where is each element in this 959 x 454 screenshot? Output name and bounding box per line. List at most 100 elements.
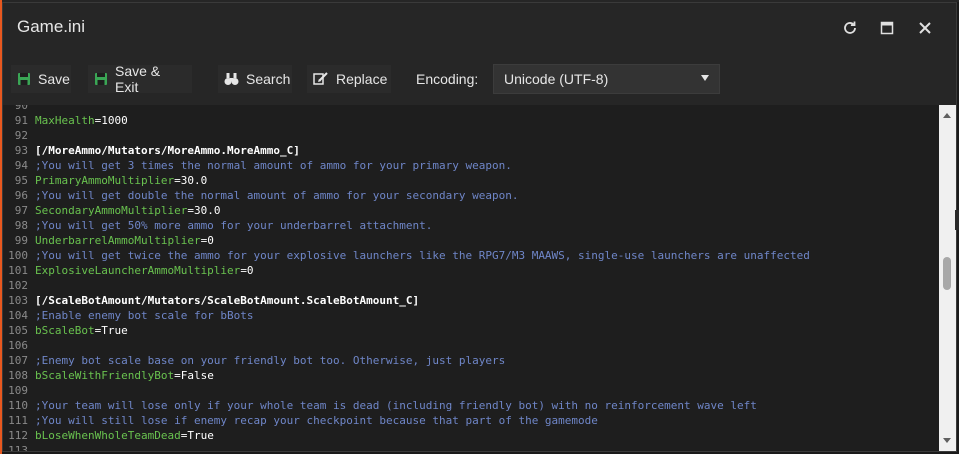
setting-key: bScaleWithFriendlyBot [35, 369, 175, 382]
line-number: 99 [14, 234, 28, 247]
search-button[interactable]: Search [218, 65, 292, 93]
setting-value: =1000 [94, 114, 128, 127]
code-line[interactable]: 94 ;You will get 3 times the normal amoun… [3, 158, 939, 173]
comment-text: ;Enemy bot scale base on your friendly b… [35, 354, 506, 367]
floppy-icon [18, 73, 30, 85]
line-number: 97 [14, 204, 28, 217]
code-line[interactable]: 108 bScaleWithFriendlyBot=False [3, 368, 939, 383]
comment-text: ;You will get 3 times the normal amount … [35, 159, 512, 172]
code-line[interactable]: 98 ;You will get 50% more ammo for your u… [3, 218, 939, 233]
code-line[interactable]: 105 bScaleBot=True [3, 323, 939, 338]
code-line[interactable]: 107 ;Enemy bot scale base on your friendl… [3, 353, 939, 368]
floppy-icon [95, 73, 107, 85]
window-title: Game.ini [17, 17, 86, 36]
line-number: 98 [14, 219, 28, 232]
save-exit-button[interactable]: Save & Exit [88, 63, 192, 95]
code-line[interactable]: 101 ExplosiveLauncherAmmoMultiplier=0 [3, 263, 939, 278]
setting-value: =0 [200, 234, 214, 247]
scroll-up-icon[interactable] [943, 113, 951, 118]
save-label: Save [38, 71, 70, 87]
code-line[interactable]: 102 [3, 278, 939, 293]
line-number: 109 [8, 384, 28, 397]
setting-value: =0 [240, 264, 254, 277]
setting-key: SecondaryAmmoMultiplier [35, 204, 188, 217]
maximize-icon[interactable] [875, 16, 899, 40]
code-editor[interactable]: 90 91 MaxHealth=1000 92 93 [/MoreAmmo/Mutator… [3, 105, 939, 451]
code-line[interactable]: 97 SecondaryAmmoMultiplier=30.0 [3, 203, 939, 218]
close-icon[interactable] [913, 16, 937, 40]
setting-key: bLoseWhenWholeTeamDead [35, 429, 181, 442]
code-line[interactable]: 109 [3, 383, 939, 398]
code-line[interactable]: 91 MaxHealth=1000 [3, 113, 939, 128]
encoding-label: Encoding: [416, 71, 479, 87]
search-label: Search [246, 71, 291, 87]
replace-button[interactable]: Replace [307, 65, 391, 93]
line-number: 103 [8, 294, 28, 307]
line-number: 107 [8, 354, 28, 367]
encoding-value: Unicode (UTF-8) [504, 71, 609, 87]
code-line[interactable]: 95 PrimaryAmmoMultiplier=30.0 [3, 173, 939, 188]
title-bar[interactable]: Game.ini [3, 3, 956, 53]
line-number: 104 [8, 309, 28, 322]
binoculars-icon [224, 73, 239, 85]
setting-key: ExplosiveLauncherAmmoMultiplier [35, 264, 241, 277]
code-line[interactable]: 103 [/ScaleBotAmount/Mutators/ScaleBotAmo… [3, 293, 939, 308]
line-number: 101 [8, 264, 28, 277]
code-line[interactable]: 93 [/MoreAmmo/Mutators/MoreAmmo.MoreAmmo_… [3, 143, 939, 158]
line-number: 111 [8, 414, 28, 427]
code-line[interactable]: 92 [3, 128, 939, 143]
line-number: 94 [14, 159, 28, 172]
line-number: 92 [14, 129, 28, 142]
line-number: 96 [14, 189, 28, 202]
setting-key: bScaleBot [35, 324, 95, 337]
chevron-down-icon [701, 75, 709, 81]
encoding-dropdown[interactable]: Unicode (UTF-8) [493, 64, 720, 94]
setting-key: MaxHealth [35, 114, 95, 127]
line-number: 100 [8, 249, 28, 262]
line-number: 93 [14, 144, 28, 157]
editor-window: Game.ini Save Save & Exit Search Replace… [2, 2, 957, 452]
background-edge [955, 210, 959, 230]
comment-text: ;Enable enemy bot scale for bBots [35, 309, 254, 322]
code-line[interactable]: 112 bLoseWhenWholeTeamDead=True [3, 428, 939, 443]
save-exit-label: Save & Exit [115, 63, 161, 95]
vertical-scrollbar[interactable] [939, 105, 956, 451]
line-number: 108 [8, 369, 28, 382]
line-number: 95 [14, 174, 28, 187]
setting-key: UnderbarrelAmmoMultiplier [35, 234, 201, 247]
setting-value: =30.0 [187, 204, 221, 217]
line-number: 110 [8, 399, 28, 412]
line-number: 91 [14, 114, 28, 127]
code-line[interactable]: 90 [3, 105, 939, 113]
setting-value: =False [174, 369, 214, 382]
comment-text: ;You will still lose if enemy recap your… [35, 414, 598, 427]
setting-value: =30.0 [174, 174, 208, 187]
code-line[interactable]: 100 ;You will get twice the ammo for your… [3, 248, 939, 263]
setting-value: =True [94, 324, 128, 337]
replace-icon [313, 72, 328, 85]
comment-text: ;Your team will lose only if your whole … [35, 399, 757, 412]
code-line[interactable]: 104 ;Enable enemy bot scale for bBots [3, 308, 939, 323]
code-line[interactable]: 96 ;You will get double the normal amount… [3, 188, 939, 203]
scroll-down-icon[interactable] [943, 438, 951, 443]
setting-key: PrimaryAmmoMultiplier [35, 174, 175, 187]
code-line[interactable]: 113 [3, 443, 939, 451]
toolbar: Save Save & Exit Search Replace Encoding… [3, 53, 956, 105]
code-line[interactable]: 99 UnderbarrelAmmoMultiplier=0 [3, 233, 939, 248]
comment-text: ;You will get double the normal amount o… [35, 189, 519, 202]
setting-value: =True [180, 429, 214, 442]
comment-text: ;You will get twice the ammo for your ex… [35, 249, 810, 262]
save-button[interactable]: Save [11, 65, 71, 93]
replace-label: Replace [336, 71, 388, 87]
line-number: 90 [14, 105, 28, 112]
comment-text: ;You will get 50% more ammo for your und… [35, 219, 433, 232]
code-line[interactable]: 110 ;Your team will lose only if your who… [3, 398, 939, 413]
code-line[interactable]: 106 [3, 338, 939, 353]
line-number: 113 [8, 444, 28, 451]
scroll-thumb[interactable] [943, 257, 951, 290]
code-line[interactable]: 111 ;You will still lose if enemy recap y… [3, 413, 939, 428]
refresh-icon[interactable] [838, 16, 862, 40]
section-header: [/ScaleBotAmount/Mutators/ScaleBotAmount… [35, 294, 420, 307]
line-number: 106 [8, 339, 28, 352]
code-lines: 90 91 MaxHealth=1000 92 93 [/MoreAmmo/Mutator… [3, 105, 939, 451]
